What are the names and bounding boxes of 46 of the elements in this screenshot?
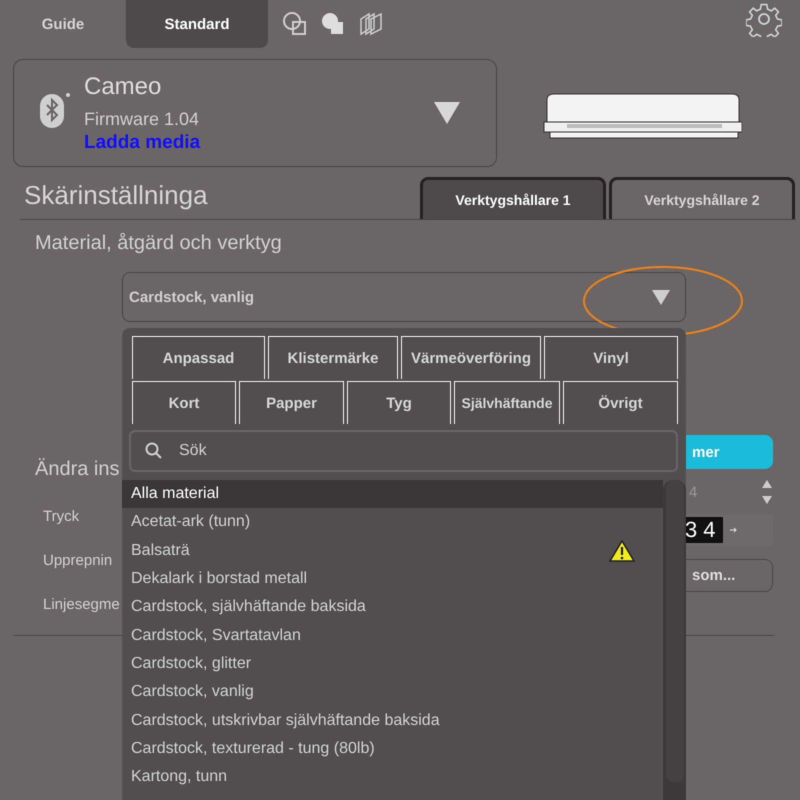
filled-shapes-icon[interactable] xyxy=(320,11,346,37)
category-button[interactable]: Övrigt xyxy=(563,381,678,424)
device-card[interactable]: Cameo Firmware 1.04 Ladda media xyxy=(13,59,497,167)
counter-value: 34 xyxy=(683,517,724,543)
arrow-icon xyxy=(729,526,738,534)
tool-holder-tab[interactable]: Verktygshållare 1 xyxy=(420,177,606,219)
firmware-version: Firmware 1.04 xyxy=(84,108,200,130)
material-item[interactable]: Cardstock, glitter xyxy=(122,650,663,678)
subtitle: Material, åtgärd och verktyg xyxy=(35,232,283,255)
settings-icon[interactable] xyxy=(746,1,782,37)
setting-label: Upprepnin xyxy=(42,550,112,570)
material-item[interactable]: Cardstock, texturerad - tung (80lb) xyxy=(122,734,663,763)
search-box[interactable]: Sök xyxy=(129,430,678,472)
caret-icon[interactable] xyxy=(652,290,670,304)
bluetooth-icon xyxy=(40,90,70,130)
category-button[interactable]: Tyg xyxy=(347,381,451,424)
category-button[interactable]: Kort xyxy=(132,381,236,424)
mode-tab[interactable]: Guide xyxy=(0,0,126,48)
up-down-arrows-icon[interactable] xyxy=(761,478,773,506)
tool-holder-tab[interactable]: Verktygshållare 2 xyxy=(609,177,795,219)
category-button[interactable]: Anpassad xyxy=(132,336,265,379)
caret-icon[interactable] xyxy=(434,102,460,124)
material-item[interactable]: Acetat-ark (tunn) xyxy=(122,508,663,537)
settings-title: Ändra ins xyxy=(35,458,120,482)
setting-label: Linjesegme xyxy=(42,594,120,614)
mode-tab[interactable]: Standard xyxy=(126,0,268,48)
category-button[interactable]: Vinyl xyxy=(544,336,678,379)
device-name: Cameo xyxy=(84,72,162,100)
category-button[interactable]: Värmeöverföring xyxy=(401,336,541,379)
section-title: Skärinställninga xyxy=(24,180,208,211)
material-item[interactable]: Cardstock, självhäftande baksida xyxy=(122,593,663,622)
material-item[interactable]: Dekalark i borstad metall xyxy=(122,564,663,594)
material-item[interactable]: Cardstock, utskrivbar självhäftande baksida xyxy=(122,706,663,735)
category-button[interactable]: Självhäftande xyxy=(454,381,560,424)
setting-label: Tryck xyxy=(42,506,80,526)
material-item[interactable]: Cardstock, Svartatavlan xyxy=(122,621,663,650)
category-button[interactable]: Papper xyxy=(239,381,344,424)
material-select[interactable]: Cardstock, vanlig xyxy=(122,272,686,322)
material-item[interactable]: Balsaträ xyxy=(122,536,663,565)
material-item[interactable]: Cardstock, vanlig xyxy=(122,678,663,706)
material-item[interactable]: Alla material xyxy=(122,480,663,508)
material-item[interactable]: Kartong, tunn xyxy=(122,762,663,792)
search-icon xyxy=(145,442,163,460)
category-button[interactable]: Klistermärke xyxy=(268,336,398,379)
layers-icon[interactable] xyxy=(358,11,384,37)
search-field[interactable]: Sök xyxy=(179,432,676,470)
